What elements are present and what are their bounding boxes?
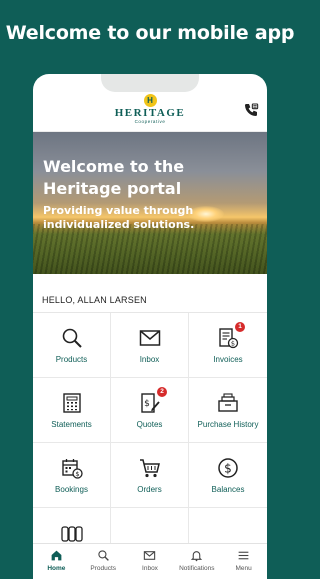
nav-label: Inbox	[142, 565, 158, 572]
home-icon	[51, 550, 62, 561]
logo-badge: H	[143, 94, 157, 107]
tile-quotes[interactable]: 2 $ Quotes	[111, 378, 189, 443]
hero-banner: Welcome to the Heritage portal Providing…	[33, 132, 267, 274]
nav-label: Home	[47, 565, 66, 572]
bell-icon	[191, 551, 203, 562]
hero-title-line-1: Welcome to the	[43, 157, 185, 176]
tile-purchase-history[interactable]: Purchase History	[189, 378, 267, 443]
nav-inbox[interactable]: Inbox	[127, 544, 174, 579]
tile-label: Bookings	[55, 485, 88, 494]
envelope-icon	[139, 330, 160, 346]
svg-text:$: $	[75, 470, 79, 478]
nav-products[interactable]: Products	[80, 544, 127, 579]
tile-bookings[interactable]: $ Bookings	[33, 443, 111, 508]
menu-icon	[238, 551, 249, 560]
magnifier-icon	[62, 328, 82, 348]
phone-notch	[101, 74, 199, 92]
hero-title: Welcome to the Heritage portal	[43, 156, 253, 200]
quotes-badge: 2	[157, 387, 167, 397]
nav-label: Notifications	[179, 565, 215, 572]
hero-subtitle: Providing value through individualized s…	[43, 204, 195, 231]
tile-label: Balances	[211, 485, 245, 494]
tile-products[interactable]: Products	[33, 313, 111, 378]
svg-text:$: $	[144, 399, 150, 409]
tile-statements[interactable]: Statements	[33, 378, 111, 443]
dollar-icon: $	[218, 458, 238, 478]
bottom-navigation: Home Products Inbox Notifications Menu	[33, 543, 267, 579]
svg-text:$: $	[224, 462, 232, 476]
phone-frame: H HERITAGE Cooperative Welcome to the He…	[33, 74, 267, 579]
hero-text: Welcome to the Heritage portal Providing…	[43, 156, 261, 232]
invoices-badge: 1	[235, 322, 245, 332]
calendar-icon: $	[61, 459, 83, 479]
tile-inbox[interactable]: Inbox	[111, 313, 189, 378]
feature-grid: Products Inbox 1 $ Invoices Statements 2…	[33, 313, 267, 573]
nav-notifications[interactable]: Notifications	[173, 544, 220, 579]
history-icon	[218, 393, 238, 412]
tile-label: Inbox	[139, 355, 160, 364]
svg-text:$: $	[231, 340, 235, 348]
hero-title-line-2: Heritage portal	[43, 179, 182, 198]
tile-label: Invoices	[213, 355, 243, 364]
mail-icon	[144, 551, 156, 560]
nav-label: Menu	[235, 565, 252, 572]
tile-label: Purchase History	[197, 420, 259, 429]
logo-subtitle: Cooperative	[134, 119, 166, 124]
nav-menu[interactable]: Menu	[220, 544, 267, 579]
promo-headline: Welcome to our mobile app	[5, 22, 295, 44]
bins-icon	[60, 526, 83, 542]
tile-label: Quotes	[136, 420, 163, 429]
statement-icon	[62, 393, 81, 413]
tile-invoices[interactable]: 1 $ Invoices	[189, 313, 267, 378]
tile-orders[interactable]: Orders	[111, 443, 189, 508]
logo-wordmark: HERITAGE	[114, 107, 186, 119]
user-greeting: HELLO, ALLAN LARSEN	[33, 287, 267, 313]
app-header: H HERITAGE Cooperative	[33, 92, 267, 132]
tile-label: Products	[55, 355, 88, 364]
cart-icon	[139, 459, 160, 478]
heritage-logo[interactable]: H HERITAGE Cooperative	[113, 94, 187, 124]
tile-balances[interactable]: $ Balances	[189, 443, 267, 508]
tile-label: Orders	[137, 485, 162, 494]
contact-phone-icon[interactable]	[243, 102, 259, 118]
tile-label: Statements	[51, 420, 92, 429]
nav-home[interactable]: Home	[33, 544, 80, 579]
nav-label: Products	[90, 565, 117, 572]
search-icon	[98, 550, 109, 561]
